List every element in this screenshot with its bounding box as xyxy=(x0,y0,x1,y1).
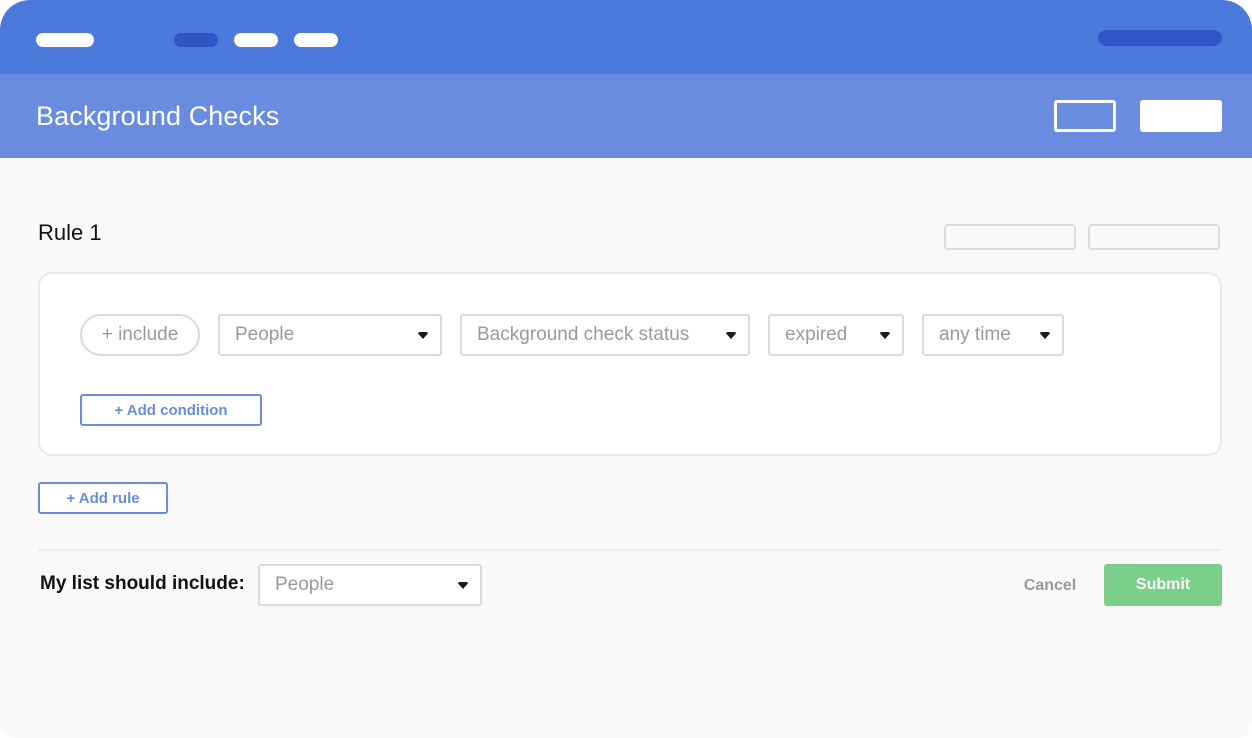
entity-select[interactable]: People xyxy=(218,314,442,356)
caret-down-icon xyxy=(458,582,468,589)
page-header: Background Checks xyxy=(0,74,1252,158)
status-select[interactable]: expired xyxy=(768,314,904,356)
caret-down-icon xyxy=(726,332,736,339)
caret-down-icon xyxy=(1040,332,1050,339)
divider xyxy=(38,549,1220,551)
page-title: Background Checks xyxy=(36,101,280,131)
add-condition-button[interactable]: + Add condition xyxy=(80,394,262,426)
select-value: Background check status xyxy=(477,324,690,345)
field-select[interactable]: Background check status xyxy=(460,314,750,356)
select-value: People xyxy=(235,324,295,345)
submit-button[interactable]: Submit xyxy=(1104,564,1222,606)
header-secondary-button[interactable] xyxy=(1054,100,1116,132)
caret-down-icon xyxy=(418,332,428,339)
rule-title: Rule 1 xyxy=(38,220,102,245)
rule-card: + include People Background check status… xyxy=(38,272,1222,456)
list-include-select[interactable]: People xyxy=(258,564,482,606)
time-select[interactable]: any time xyxy=(922,314,1064,356)
rule-action-button[interactable] xyxy=(944,224,1076,250)
nav-item-active[interactable] xyxy=(174,33,218,47)
header-primary-button[interactable] xyxy=(1140,100,1222,132)
rule-action-button[interactable] xyxy=(1088,224,1220,250)
select-value: People xyxy=(275,574,335,595)
app-window: Background Checks Rule 1 + include Peopl… xyxy=(0,0,1252,738)
search-bar[interactable] xyxy=(1098,30,1222,46)
top-nav-bar xyxy=(0,0,1252,74)
include-toggle[interactable]: + include xyxy=(80,314,200,356)
select-value: any time xyxy=(939,324,1011,345)
cancel-button[interactable]: Cancel xyxy=(1014,574,1086,598)
nav-item[interactable] xyxy=(294,33,338,47)
list-include-label: My list should include: xyxy=(40,573,245,594)
nav-item[interactable] xyxy=(234,33,278,47)
caret-down-icon xyxy=(880,332,890,339)
select-value: expired xyxy=(785,324,848,345)
logo[interactable] xyxy=(36,33,94,47)
add-rule-button[interactable]: + Add rule xyxy=(38,482,168,514)
